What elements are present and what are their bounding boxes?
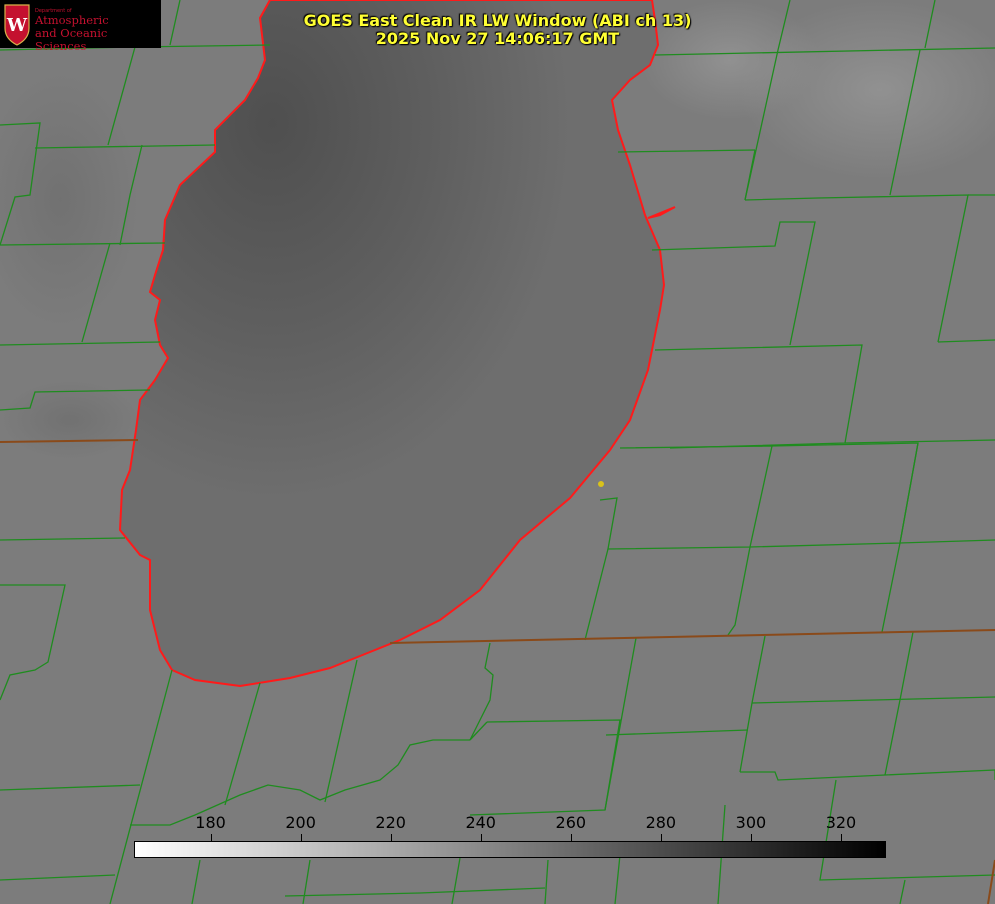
colorbar-tick-label: 320 [825,813,857,832]
colorbar-tick [390,834,392,841]
colorbar-tick [210,834,212,841]
title-line2: 2025 Nov 27 14:06:17 GMT [375,29,620,48]
colorbar-tick-label: 180 [195,813,226,832]
image-title: GOES East Clean IR LW Window (ABI ch 13)… [0,12,995,48]
colorbar-tick [840,834,842,841]
colorbar-tick-label: 280 [645,813,677,832]
satellite-map [0,0,995,904]
title-line1: GOES East Clean IR LW Window (ABI ch 13) [303,11,692,30]
satellite-viewer: W Department of Atmospheric and Oceanic … [0,0,995,904]
colorbar [134,841,886,858]
colorbar-tick-label: 200 [285,813,316,832]
colorbar-tick [660,834,662,841]
colorbar-tick-label: 300 [735,813,767,832]
colorbar-tick [570,834,572,841]
colorbar-tick-label: 220 [375,813,406,832]
station-marker [598,481,604,487]
colorbar-tick-label: 260 [555,813,587,832]
colorbar-tick [300,834,302,841]
colorbar-tick [750,834,752,841]
colorbar-tick-label: 240 [465,813,496,832]
colorbar-tick [480,834,482,841]
